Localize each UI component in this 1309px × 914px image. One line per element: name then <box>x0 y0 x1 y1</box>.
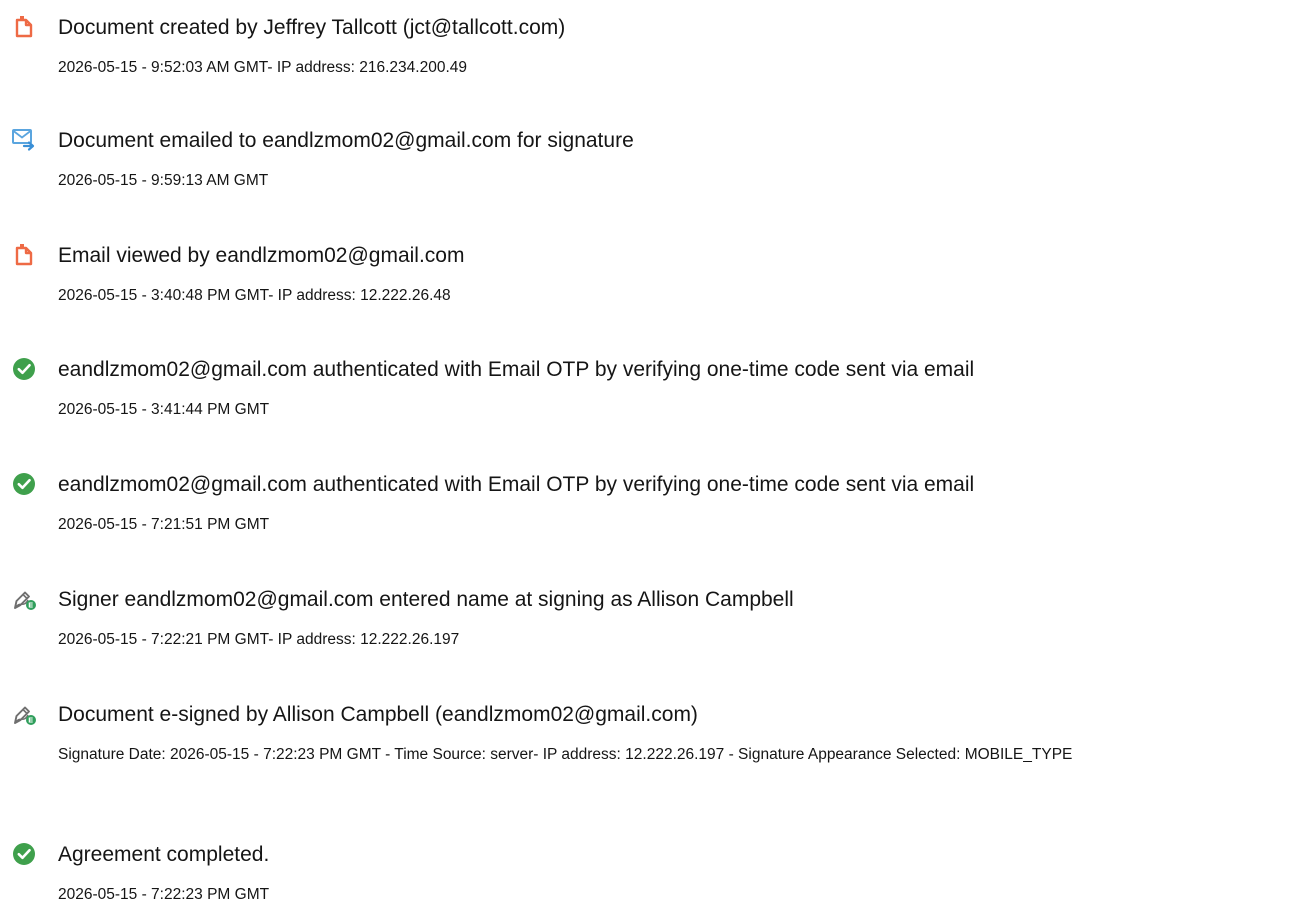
email-send-icon <box>12 127 36 151</box>
check-circle-icon <box>12 841 36 865</box>
event-title: Document e-signed by Allison Campbell (e… <box>58 703 698 726</box>
document-icon <box>12 242 36 266</box>
event-detail: 2026-05-15 - 7:21:51 PM GMT <box>58 516 270 533</box>
event-title: Signer eandlzmom02@gmail.com entered nam… <box>58 588 794 611</box>
event-detail: 2026-05-15 - 3:40:48 PM GMT- IP address:… <box>58 287 451 304</box>
check-circle-icon <box>12 471 36 495</box>
event-title: Document emailed to eandlzmom02@gmail.co… <box>58 129 634 152</box>
event-title: eandlzmom02@gmail.com authenticated with… <box>58 473 975 496</box>
event-detail: 2026-05-15 - 7:22:23 PM GMT <box>58 886 270 903</box>
event-detail: 2026-05-15 - 3:41:44 PM GMT <box>58 401 270 418</box>
check-circle-icon <box>12 356 36 380</box>
document-icon <box>12 14 36 38</box>
event-detail: 2026-05-15 - 7:22:21 PM GMT- IP address:… <box>58 631 460 648</box>
event-title: Agreement completed. <box>58 843 270 866</box>
signature-pen-icon <box>12 701 36 725</box>
event-detail: Signature Date: 2026-05-15 - 7:22:23 PM … <box>58 746 1073 763</box>
event-detail: 2026-05-15 - 9:52:03 AM GMT- IP address:… <box>58 59 468 76</box>
event-title: Document created by Jeffrey Tallcott (jc… <box>58 16 566 39</box>
event-title: eandlzmom02@gmail.com authenticated with… <box>58 358 975 381</box>
audit-event-list: Document created by Jeffrey Tallcott (jc… <box>0 0 1309 914</box>
event-detail: 2026-05-15 - 9:59:13 AM GMT <box>58 172 269 189</box>
event-title: Email viewed by eandlzmom02@gmail.com <box>58 244 465 267</box>
signature-pen-icon <box>12 586 36 610</box>
